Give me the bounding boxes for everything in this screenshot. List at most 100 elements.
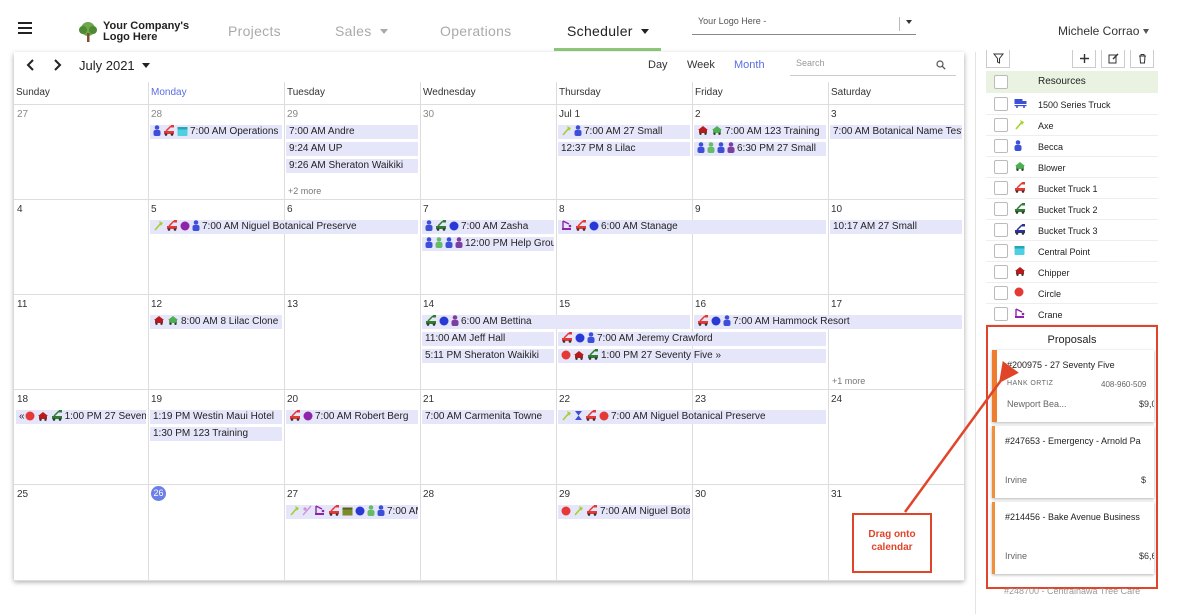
calendar-event[interactable]: 9:26 AM Sheraton Waikiki [286,159,418,173]
day-number[interactable]: 30 [423,109,434,120]
day-number[interactable]: 29 [287,109,298,120]
day-number[interactable]: 9 [695,204,701,215]
day-number[interactable]: 10 [831,204,842,215]
nav-sales[interactable]: Sales [335,23,388,39]
calendar-event[interactable]: 1:19 PM Westin Maui Hotel [150,410,282,424]
day-number[interactable]: 15 [559,299,570,310]
calendar-event[interactable]: 7:00 AM Zasha [422,220,554,234]
edit-button[interactable] [1101,50,1125,68]
resource-row[interactable]: Central Point [986,241,1158,262]
add-button[interactable] [1072,50,1096,68]
day-number[interactable]: 3 [831,109,837,120]
day-number[interactable]: 27 [17,109,28,120]
resource-row[interactable]: Becca [986,136,1158,157]
user-menu[interactable]: Michele Corrao [1058,24,1150,38]
resource-row[interactable]: Circle [986,283,1158,304]
delete-button[interactable] [1130,50,1154,68]
logo-select-dropdown[interactable]: Your Logo Here - [692,17,916,35]
day-number[interactable]: 14 [423,299,434,310]
nav-projects[interactable]: Projects [228,23,281,39]
day-number[interactable]: Jul 1 [559,109,580,120]
search-icon[interactable] [936,60,946,70]
calendar-event[interactable]: 7:00 AM Carmenita Towne [422,410,554,424]
resource-row[interactable]: Blower [986,157,1158,178]
day-number[interactable]: 8 [559,204,565,215]
resource-row[interactable]: Crane [986,304,1158,325]
day-number[interactable]: 27 [287,489,298,500]
day-number[interactable]: 13 [287,299,298,310]
resource-checkbox[interactable] [994,160,1008,174]
nav-scheduler[interactable]: Scheduler [567,23,649,39]
view-day-button[interactable]: Day [648,59,668,71]
month-selector[interactable]: July 2021 [79,58,150,73]
today-date-badge[interactable]: 26 [151,486,166,501]
resource-row[interactable]: Bucket Truck 2 [986,199,1158,220]
resource-row[interactable]: 1500 Series Truck [986,94,1158,115]
day-number[interactable]: 11 [17,299,27,310]
day-number[interactable]: 16 [695,299,706,310]
filter-button[interactable] [986,50,1010,68]
calendar-event[interactable]: 9:24 AM UP [286,142,418,156]
calendar-event[interactable]: 7:00 AM Niguel Botanical Preserve [558,410,826,424]
day-number[interactable]: 4 [17,204,23,215]
day-number[interactable]: 2 [695,109,701,120]
resource-checkbox[interactable] [994,223,1008,237]
calendar-event[interactable]: «1:00 PM 27 Seventy Five [16,410,146,424]
proposal-card[interactable]: #200975 - 27 Seventy Five HANK ORTIZ 408-9… [992,350,1154,422]
day-number[interactable]: 31 [831,489,842,500]
calendar-event[interactable]: 7:00 AM Jeremy Crawford [558,332,826,346]
proposal-card[interactable]: #214456 - Bake Avenue Business Irvine $6,6 [992,502,1154,574]
calendar-event[interactable]: 6:00 AM Stanage [558,220,826,234]
calendar-event[interactable]: 1:30 PM 123 Training [150,427,282,441]
day-number[interactable]: 19 [151,394,162,405]
resource-checkbox[interactable] [994,244,1008,258]
day-number[interactable]: 28 [151,109,162,120]
day-number[interactable]: 6 [287,204,293,215]
calendar-event[interactable]: 10:17 AM 27 Small [830,220,962,234]
calendar-event[interactable]: 12:37 PM 8 Lilac [558,142,690,156]
calendar-event[interactable]: 7:00 AM Hammock Resort [694,315,962,329]
day-number[interactable]: 20 [287,394,298,405]
calendar-event[interactable]: 7:00 AM Robert Berg [286,410,418,424]
calendar-event[interactable]: 11:00 AM Jeff Hall [422,332,554,346]
calendar-event[interactable]: 7:00 AM Operations [150,125,282,139]
resource-row[interactable]: Bucket Truck 1 [986,178,1158,199]
day-number[interactable]: 30 [695,489,706,500]
day-number[interactable]: 29 [559,489,570,500]
select-all-checkbox[interactable] [994,75,1008,89]
calendar-event[interactable]: 6:00 AM Bettina [422,315,690,329]
calendar-event[interactable]: 7:00 AM 27 Small [558,125,690,139]
calendar-event[interactable]: 7:00 AM Niguel Botanical [558,505,690,519]
day-number[interactable]: 17 [831,299,842,310]
calendar-event[interactable]: 1:00 PM 27 Seventy Five » [558,349,826,363]
calendar-event[interactable]: 12:00 PM Help Group [422,237,554,251]
view-month-button[interactable]: Month [734,59,765,71]
resource-checkbox[interactable] [994,139,1008,153]
resource-checkbox[interactable] [994,118,1008,132]
more-events-link[interactable]: +1 more [832,376,865,386]
proposal-card[interactable]: #247653 - Emergency - Arnold Pa Irvine $ [992,426,1154,498]
calendar-event[interactable]: 5:11 PM Sheraton Waikiki [422,349,554,363]
hamburger-menu-icon[interactable] [18,22,32,34]
day-number[interactable]: 25 [17,489,28,500]
resource-checkbox[interactable] [994,307,1008,321]
day-number[interactable]: 28 [423,489,434,500]
company-logo[interactable]: Your Company's Logo Here [76,20,189,44]
calendar-event[interactable]: 6:30 PM 27 Small [694,142,826,156]
resource-checkbox[interactable] [994,97,1008,111]
search-input[interactable] [796,58,926,68]
resource-row[interactable]: Axe [986,115,1158,136]
calendar-event[interactable]: 7:00 AM 123 Training [694,125,826,139]
day-number[interactable]: 5 [151,204,157,215]
calendar-event[interactable]: 7:00 AM [286,505,418,519]
chevron-right-icon[interactable] [50,58,64,72]
day-number[interactable]: 23 [695,394,706,405]
calendar-event[interactable]: 8:00 AM 8 Lilac Clone [150,315,282,329]
view-week-button[interactable]: Week [687,59,715,71]
resource-checkbox[interactable] [994,265,1008,279]
resource-checkbox[interactable] [994,202,1008,216]
resource-checkbox[interactable] [994,286,1008,300]
day-number[interactable]: 12 [151,299,162,310]
chevron-left-icon[interactable] [24,58,38,72]
day-number[interactable]: 7 [423,204,429,215]
